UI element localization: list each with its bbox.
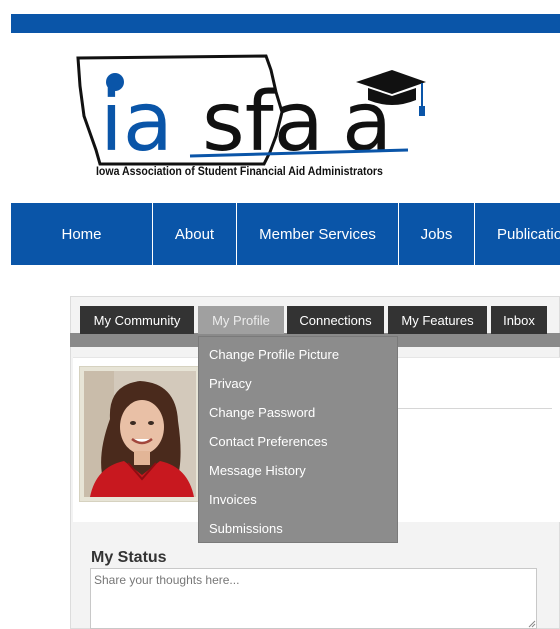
- main-navigation: Home About Member Services Jobs Publicat…: [11, 203, 560, 265]
- nav-item-about[interactable]: About: [153, 203, 237, 265]
- status-title: My Status: [91, 549, 167, 566]
- menu-item-message-history[interactable]: Message History: [199, 456, 397, 485]
- my-profile-dropdown-menu: Change Profile Picture Privacy Change Pa…: [198, 336, 398, 543]
- tab-connections[interactable]: Connections: [287, 306, 384, 334]
- nav-item-home[interactable]: Home: [11, 203, 153, 265]
- profile-divider: [390, 408, 552, 409]
- top-banner-bar: [11, 14, 560, 33]
- profile-photo[interactable]: [84, 371, 196, 497]
- tab-my-features[interactable]: My Features: [388, 306, 487, 334]
- nav-item-member-services[interactable]: Member Services: [237, 203, 399, 265]
- nav-item-jobs[interactable]: Jobs: [399, 203, 475, 265]
- menu-item-change-password[interactable]: Change Password: [199, 398, 397, 427]
- menu-item-contact-preferences[interactable]: Contact Preferences: [199, 427, 397, 456]
- nav-item-publications[interactable]: Publicatio: [475, 203, 560, 265]
- tab-inbox[interactable]: Inbox: [491, 306, 547, 334]
- iasfaa-logo[interactable]: ia sfa a: [70, 52, 430, 182]
- menu-item-invoices[interactable]: Invoices: [199, 485, 397, 514]
- menu-item-privacy[interactable]: Privacy: [199, 369, 397, 398]
- logo-tagline: Iowa Association of Student Financial Ai…: [96, 164, 383, 178]
- menu-item-change-profile-picture[interactable]: Change Profile Picture: [199, 340, 397, 369]
- resize-grip-icon[interactable]: [527, 619, 536, 628]
- status-input[interactable]: [90, 568, 537, 629]
- tab-my-profile[interactable]: My Profile: [198, 306, 284, 334]
- tab-my-community[interactable]: My Community: [80, 306, 194, 334]
- menu-item-submissions[interactable]: Submissions: [199, 514, 397, 543]
- svg-text:ia: ia: [100, 75, 173, 170]
